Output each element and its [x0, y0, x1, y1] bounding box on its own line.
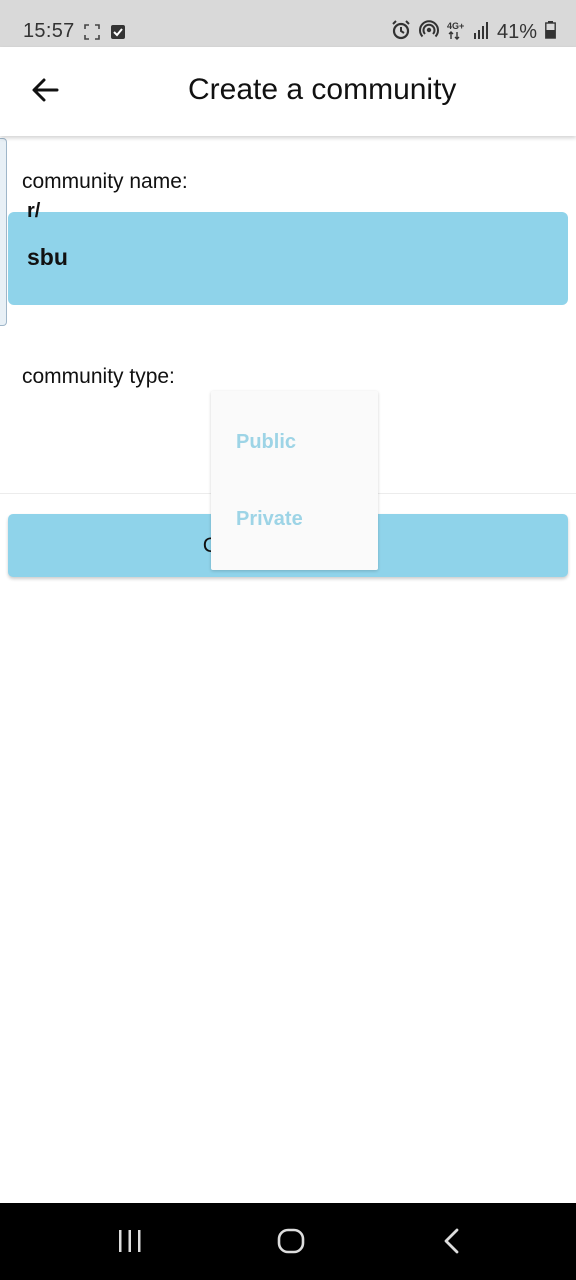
hotspot-icon [418, 20, 439, 45]
check-box-icon [110, 24, 126, 45]
community-type-label: community type: [22, 365, 175, 388]
community-name-label: community name: [22, 170, 188, 193]
battery-icon [545, 21, 556, 44]
system-back-button[interactable] [432, 1223, 472, 1263]
svg-text:4G+: 4G+ [447, 21, 464, 31]
community-name-prefix: r/ [27, 200, 41, 222]
dropdown-option-private[interactable]: Private [236, 508, 303, 531]
recent-apps-button[interactable] [110, 1223, 150, 1263]
arrow-left-icon [30, 75, 60, 110]
battery-percent: 41% [496, 21, 537, 43]
home-button[interactable] [271, 1223, 311, 1263]
status-bar: 15:57 4G+ 41% [0, 0, 576, 47]
app-bar: Create a community [0, 47, 576, 136]
signal-icon [473, 21, 489, 44]
back-icon [441, 1228, 463, 1259]
alarm-icon [391, 20, 411, 45]
network-4g-icon: 4G+ [447, 20, 465, 45]
community-type-dropdown: Public Private [211, 391, 378, 570]
community-name-field[interactable]: sbu [8, 212, 568, 305]
dropdown-option-public[interactable]: Public [236, 431, 296, 454]
community-name-value: sbu [27, 244, 68, 270]
page-title: Create a community [188, 73, 457, 106]
back-button[interactable] [26, 73, 64, 111]
system-nav-bar [0, 1203, 576, 1280]
status-time: 15:57 [23, 20, 75, 42]
home-icon [277, 1227, 305, 1260]
scroll-indicator [0, 138, 7, 326]
recent-apps-icon [117, 1229, 143, 1258]
screenshot-icon [84, 24, 100, 45]
